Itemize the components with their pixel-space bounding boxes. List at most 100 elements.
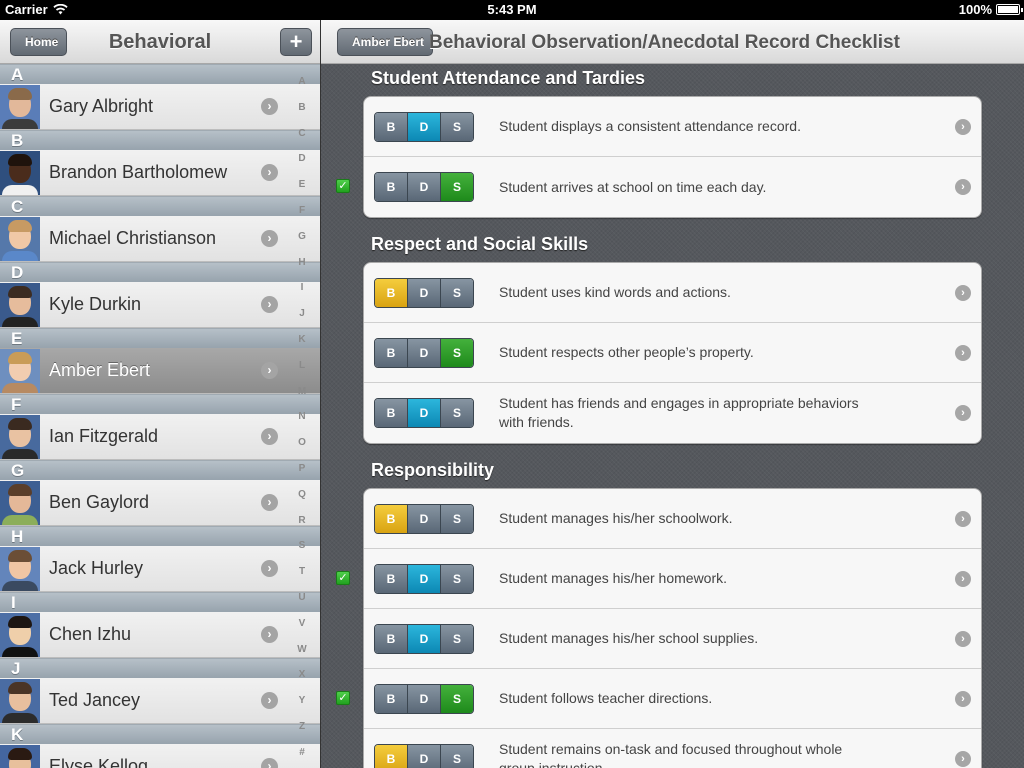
rating-option-d[interactable]: D <box>408 399 441 427</box>
index-letter[interactable]: C <box>292 121 312 147</box>
student-row[interactable]: Amber Ebert › <box>0 348 320 394</box>
student-row[interactable]: Ian Fitzgerald › <box>0 414 320 460</box>
checklist-item[interactable]: B D S Student uses kind words and actions. › <box>364 263 981 323</box>
student-row[interactable]: Ben Gaylord › <box>0 480 320 526</box>
rating-option-d[interactable]: D <box>408 625 441 653</box>
rating-segmented-control[interactable]: BDS <box>374 172 474 202</box>
chevron-right-icon[interactable]: › <box>955 571 971 587</box>
rating-option-s[interactable]: S <box>441 113 473 141</box>
index-letter[interactable]: J <box>292 301 312 327</box>
chevron-right-icon[interactable]: › <box>955 691 971 707</box>
chevron-right-icon[interactable]: › <box>261 164 278 181</box>
rating-segmented-control[interactable]: BDS <box>374 504 474 534</box>
chevron-right-icon[interactable]: › <box>955 179 971 195</box>
rating-option-b[interactable]: B <box>375 113 408 141</box>
student-row[interactable]: Brandon Bartholomew › <box>0 150 320 196</box>
rating-option-b[interactable]: B <box>375 279 408 307</box>
checklist-item[interactable]: B D S Student remains on-task and focused t… <box>364 729 981 768</box>
rating-option-b[interactable]: B <box>375 399 408 427</box>
alphabet-index[interactable]: A B C D E F G H I J K L M N O P Q R S T U V W X Y Z # <box>292 69 312 766</box>
index-letter[interactable]: L <box>292 353 312 379</box>
rating-option-d[interactable]: D <box>408 173 441 201</box>
index-letter[interactable]: P <box>292 456 312 482</box>
rating-segmented-control[interactable]: BDS <box>374 624 474 654</box>
rating-option-b[interactable]: B <box>375 745 408 768</box>
chevron-right-icon[interactable]: › <box>261 230 278 247</box>
chevron-right-icon[interactable]: › <box>955 345 971 361</box>
index-letter[interactable]: X <box>292 662 312 688</box>
chevron-right-icon[interactable]: › <box>261 626 278 643</box>
rating-option-b[interactable]: B <box>375 173 408 201</box>
index-letter[interactable]: V <box>292 611 312 637</box>
rating-option-s[interactable]: S <box>441 625 473 653</box>
rating-option-s[interactable]: S <box>441 745 473 768</box>
index-letter[interactable]: B <box>292 95 312 121</box>
index-letter[interactable]: # <box>292 740 312 766</box>
chevron-right-icon[interactable]: › <box>261 296 278 313</box>
index-letter[interactable]: Q <box>292 482 312 508</box>
add-student-button[interactable]: + <box>280 28 312 56</box>
index-letter[interactable]: K <box>292 327 312 353</box>
student-row[interactable]: Chen Izhu › <box>0 612 320 658</box>
rating-option-b[interactable]: B <box>375 339 408 367</box>
rating-option-d[interactable]: D <box>408 279 441 307</box>
student-row[interactable]: Jack Hurley › <box>0 546 320 592</box>
checklist-item[interactable]: B D S Student manages his/her school suppli… <box>364 609 981 669</box>
rating-segmented-control[interactable]: BDS <box>374 338 474 368</box>
chevron-right-icon[interactable]: › <box>261 362 278 379</box>
student-back-button[interactable]: Amber Ebert <box>337 28 434 56</box>
index-letter[interactable]: W <box>292 637 312 663</box>
student-row[interactable]: Ted Jancey › <box>0 678 320 724</box>
index-letter[interactable]: G <box>292 224 312 250</box>
rating-option-d[interactable]: D <box>408 565 441 593</box>
rating-option-s[interactable]: S <box>441 173 473 201</box>
chevron-right-icon[interactable]: › <box>955 119 971 135</box>
checklist-item[interactable]: B D S Student manages his/her homework. › <box>364 549 981 609</box>
chevron-right-icon[interactable]: › <box>261 494 278 511</box>
index-letter[interactable]: A <box>292 69 312 95</box>
checklist-item[interactable]: B D S Student follows teacher directions. › <box>364 669 981 729</box>
student-row[interactable]: Kyle Durkin › <box>0 282 320 328</box>
checklist-item[interactable]: B D S Student arrives at school on time eac… <box>364 157 981 217</box>
rating-segmented-control[interactable]: BDS <box>374 398 474 428</box>
index-letter[interactable]: Y <box>292 688 312 714</box>
rating-option-s[interactable]: S <box>441 399 473 427</box>
rating-option-d[interactable]: D <box>408 113 441 141</box>
rating-option-d[interactable]: D <box>408 339 441 367</box>
index-letter[interactable]: I <box>292 275 312 301</box>
index-letter[interactable]: H <box>292 250 312 276</box>
rating-option-s[interactable]: S <box>441 505 473 533</box>
index-letter[interactable]: S <box>292 533 312 559</box>
chevron-right-icon[interactable]: › <box>261 428 278 445</box>
rating-option-b[interactable]: B <box>375 685 408 713</box>
rating-option-s[interactable]: S <box>441 565 473 593</box>
index-letter[interactable]: Z <box>292 714 312 740</box>
rating-segmented-control[interactable]: BDS <box>374 112 474 142</box>
student-row[interactable]: Elyse Kellog › <box>0 744 320 768</box>
rating-option-d[interactable]: D <box>408 745 441 768</box>
chevron-right-icon[interactable]: › <box>261 758 278 768</box>
chevron-right-icon[interactable]: › <box>261 692 278 709</box>
student-row[interactable]: Michael Christianson › <box>0 216 320 262</box>
rating-option-s[interactable]: S <box>441 279 473 307</box>
rating-segmented-control[interactable]: BDS <box>374 684 474 714</box>
rating-segmented-control[interactable]: BDS <box>374 744 474 768</box>
rating-option-d[interactable]: D <box>408 685 441 713</box>
index-letter[interactable]: O <box>292 430 312 456</box>
rating-segmented-control[interactable]: BDS <box>374 278 474 308</box>
index-letter[interactable]: E <box>292 172 312 198</box>
checklist-item[interactable]: B D S Student displays a consistent attenda… <box>364 97 981 157</box>
index-letter[interactable]: U <box>292 585 312 611</box>
chevron-right-icon[interactable]: › <box>955 285 971 301</box>
rating-option-s[interactable]: S <box>441 339 473 367</box>
checklist-item[interactable]: B D S Student manages his/her schoolwork. › <box>364 489 981 549</box>
rating-option-d[interactable]: D <box>408 505 441 533</box>
chevron-right-icon[interactable]: › <box>261 560 278 577</box>
checklist-item[interactable]: B D S Student respects other people’s prope… <box>364 323 981 383</box>
rating-option-b[interactable]: B <box>375 505 408 533</box>
index-letter[interactable]: D <box>292 146 312 172</box>
index-letter[interactable]: R <box>292 508 312 534</box>
rating-option-s[interactable]: S <box>441 685 473 713</box>
index-letter[interactable]: T <box>292 559 312 585</box>
chevron-right-icon[interactable]: › <box>955 751 971 767</box>
